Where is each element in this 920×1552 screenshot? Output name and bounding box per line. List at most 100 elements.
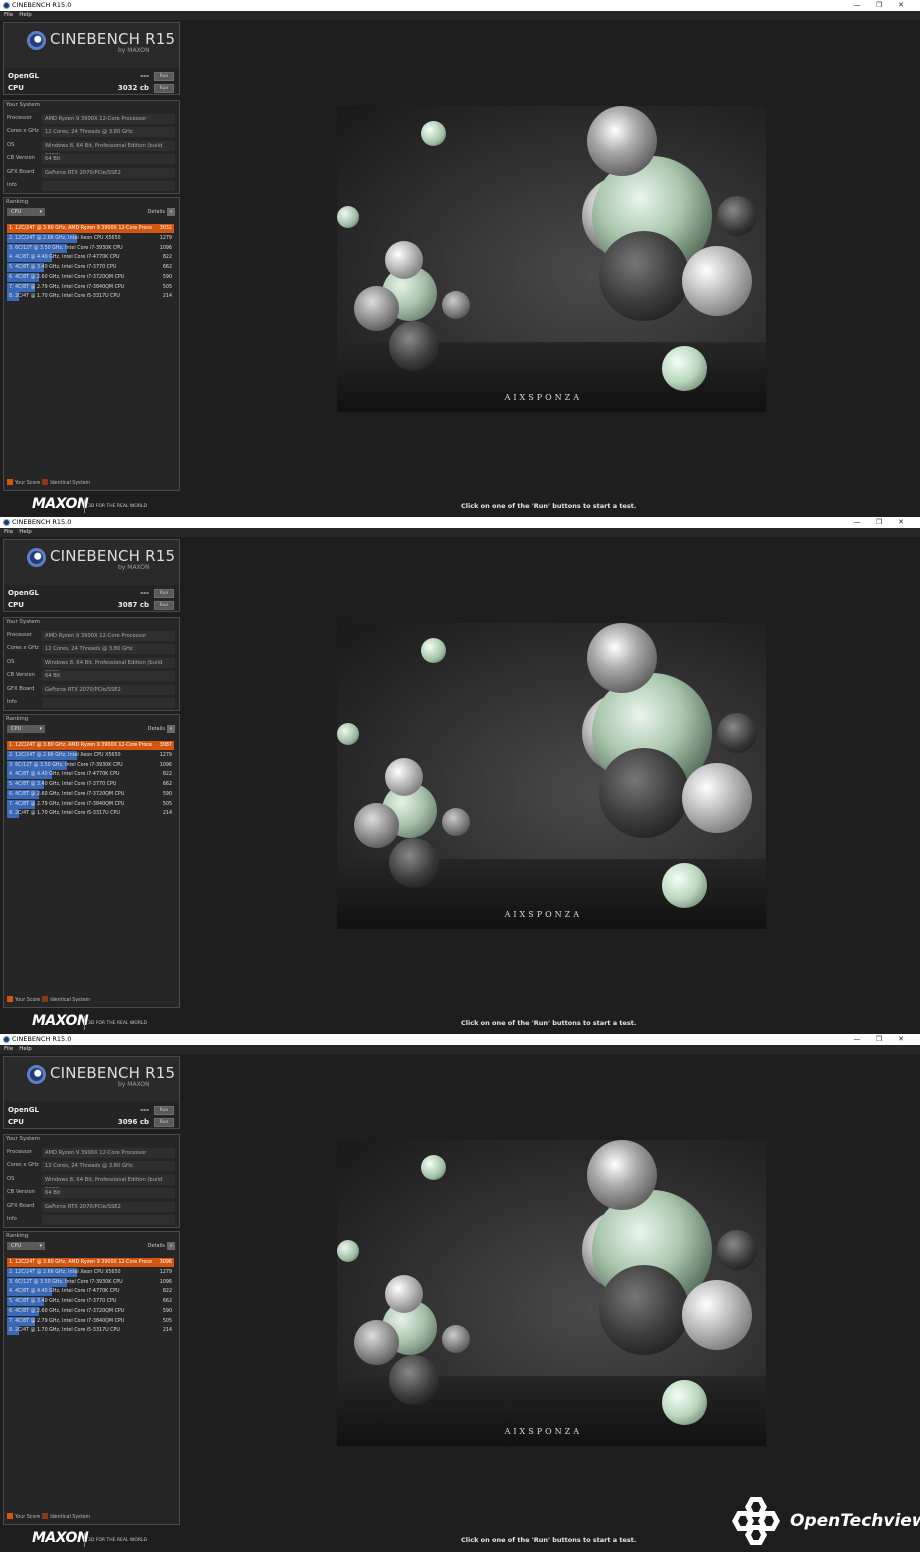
close-button[interactable]: ✕ [890, 517, 912, 528]
ranking-row[interactable]: 7. 4C/8T @ 2.79 GHz, Intel Core i7-3840Q… [7, 1316, 174, 1326]
render-sphere [599, 748, 689, 838]
ranking-row[interactable]: 8. 2C/4T @ 1.70 GHz, Intel Core i5-3317U… [7, 292, 174, 302]
maxon-tagline: 3D FOR THE REAL WORLD [88, 1021, 147, 1026]
ranking-cpu-select[interactable]: CPU [7, 725, 45, 733]
opengl-run-button[interactable]: Run [154, 1106, 174, 1115]
ranking-row-score: 822 [162, 1289, 172, 1295]
aixsponza-credit: AIXSPONZA [504, 910, 582, 919]
ranking-row[interactable]: 4. 4C/8T @ 4.40 GHz, Intel Core i7-4770K… [7, 770, 174, 780]
ranking-row-label: 8. 2C/4T @ 1.70 GHz, Intel Core i5-3317U… [9, 294, 120, 300]
restore-button[interactable]: ❐ [868, 0, 890, 11]
menu-item-help[interactable]: Help [19, 529, 32, 535]
ranking-row[interactable]: 5. 4C/8T @ 3.40 GHz, Intel Core i7-3770 … [7, 780, 174, 790]
cpu-run-button[interactable]: Run [154, 601, 174, 610]
ranking-row[interactable]: 6. 4C/8T @ 2.60 GHz, Intel Core i7-3720Q… [7, 272, 174, 282]
cinebench-app-icon [3, 519, 10, 526]
minimize-button[interactable]: — [846, 517, 868, 528]
menu-item-help[interactable]: Help [19, 1046, 32, 1052]
ranking-row-your-score[interactable]: 1. 12C/24T @ 3.80 GHz, AMD Ryzen 9 3900X… [7, 1258, 174, 1267]
menu-item-file[interactable]: File [4, 529, 13, 535]
ranking-row[interactable]: 4. 4C/8T @ 4.40 GHz, Intel Core i7-4770K… [7, 1287, 174, 1297]
details-button[interactable]: » [167, 725, 175, 733]
ranking-row[interactable]: 4. 4C/8T @ 4.40 GHz, Intel Core i7-4770K… [7, 253, 174, 263]
ranking-row-label: 1. 12C/24T @ 3.80 GHz, AMD Ryzen 9 3900X… [9, 1260, 152, 1265]
cpu-score-value: 3087 cb [117, 601, 149, 609]
render-sphere [442, 808, 470, 836]
render-sphere [717, 1230, 757, 1270]
system-value: Windows 8, 64 Bit, Professional Edition … [42, 657, 175, 676]
menu-item-help[interactable]: Help [19, 12, 32, 18]
minimize-button[interactable]: — [846, 0, 868, 11]
opengl-score-row: OpenGL --- Run [8, 70, 174, 82]
menu-item-file[interactable]: File [4, 1046, 13, 1052]
opengl-run-button[interactable]: Run [154, 589, 174, 598]
ranking-row[interactable]: 5. 4C/8T @ 3.40 GHz, Intel Core i7-3770 … [7, 263, 174, 273]
window-title: CINEBENCH R15.0 [12, 518, 72, 526]
identical-system-legend-label: Identical System [50, 998, 91, 1003]
ranking-row-label: 6. 4C/8T @ 2.60 GHz, Intel Core i7-3720Q… [9, 1308, 125, 1314]
ranking-row[interactable]: 8. 2C/4T @ 1.70 GHz, Intel Core i5-3317U… [7, 809, 174, 819]
system-value [42, 1215, 175, 1225]
ranking-row-your-score[interactable]: 1. 12C/24T @ 3.80 GHz, AMD Ryzen 9 3900X… [7, 224, 174, 233]
system-value: AMD Ryzen 9 3900X 12-Core Processor [42, 631, 175, 641]
ranking-row[interactable]: 6. 4C/8T @ 2.60 GHz, Intel Core i7-3720Q… [7, 1306, 174, 1316]
score-panel: OpenGL --- Run CPU 3096 cb Run [3, 1102, 180, 1129]
identical-system-legend-label: Identical System [50, 481, 91, 486]
render-sphere [354, 803, 399, 848]
close-button[interactable]: ✕ [890, 0, 912, 11]
ranking-row[interactable]: 2. 12C/24T @ 2.66 GHz, Intel Xeon CPU X5… [7, 751, 174, 760]
menu-item-file[interactable]: File [4, 12, 13, 18]
system-value: 12 Cores, 24 Threads @ 3.80 GHz [42, 1161, 175, 1172]
ranking-row-score: 1096 [159, 245, 172, 251]
ranking-row[interactable]: 7. 4C/8T @ 2.79 GHz, Intel Core i7-3840Q… [7, 799, 174, 809]
render-sphere [389, 321, 439, 371]
ranking-cpu-select[interactable]: CPU [7, 1242, 45, 1250]
ranking-row-score: 3087 [159, 743, 172, 748]
identical-system-swatch [42, 1513, 49, 1519]
render-sphere [421, 121, 446, 146]
cpu-score-value: 3096 cb [117, 1118, 149, 1126]
ranking-header: Ranking [6, 716, 29, 722]
ranking-cpu-select[interactable]: CPU [7, 208, 45, 216]
ranking-row[interactable]: 2. 12C/24T @ 2.66 GHz, Intel Xeon CPU X5… [7, 1268, 174, 1277]
opengl-label: OpenGL [8, 1106, 39, 1114]
render-sphere [717, 713, 757, 753]
restore-button[interactable]: ❐ [868, 1034, 890, 1045]
minimize-button[interactable]: — [846, 1034, 868, 1045]
ranking-row[interactable]: 3. 6C/12T @ 3.50 GHz, Intel Core i7-3930… [7, 760, 174, 770]
cpu-run-button[interactable]: Run [154, 1118, 174, 1127]
cpu-run-button[interactable]: Run [154, 84, 174, 93]
details-button[interactable]: » [167, 208, 175, 216]
ranking-row-your-score[interactable]: 1. 12C/24T @ 3.80 GHz, AMD Ryzen 9 3900X… [7, 741, 174, 750]
ranking-row[interactable]: 5. 4C/8T @ 3.40 GHz, Intel Core i7-3770 … [7, 1297, 174, 1307]
system-label: CB Version [7, 672, 35, 679]
title-bar: CINEBENCH R15.0 — ❐ ✕ [0, 0, 920, 11]
render-preview-image: AIXSPONZA [337, 106, 766, 412]
ranking-row-score: 662 [162, 1299, 172, 1305]
ranking-row[interactable]: 8. 2C/4T @ 1.70 GHz, Intel Core i5-3317U… [7, 1326, 174, 1336]
run-hint-text: Click on one of the 'Run' buttons to sta… [461, 502, 637, 510]
maxon-separator [84, 499, 85, 513]
system-label: GFX Board [7, 168, 35, 175]
system-label: Processor [7, 632, 32, 638]
details-button[interactable]: » [167, 1242, 175, 1250]
ranking-row-label: 7. 4C/8T @ 2.79 GHz, Intel Core i7-3840Q… [9, 284, 125, 290]
close-button[interactable]: ✕ [890, 1034, 912, 1045]
restore-button[interactable]: ❐ [868, 517, 890, 528]
render-sphere [389, 1355, 439, 1405]
cinebench-logo-icon [27, 1065, 46, 1084]
ranking-row[interactable]: 6. 4C/8T @ 2.60 GHz, Intel Core i7-3720Q… [7, 789, 174, 799]
ranking-row-score: 505 [162, 284, 172, 290]
opengl-run-button[interactable]: Run [154, 72, 174, 81]
ranking-row[interactable]: 3. 6C/12T @ 3.50 GHz, Intel Core i7-3930… [7, 1277, 174, 1287]
ranking-row[interactable]: 3. 6C/12T @ 3.50 GHz, Intel Core i7-3930… [7, 243, 174, 253]
ranking-row-label: 6. 4C/8T @ 2.60 GHz, Intel Core i7-3720Q… [9, 274, 125, 280]
ranking-row[interactable]: 7. 4C/8T @ 2.79 GHz, Intel Core i7-3840Q… [7, 282, 174, 292]
system-row-gfx-board: GFX Board GeForce RTX 2070/PCIe/SSE2 [7, 167, 175, 178]
render-sphere [354, 1320, 399, 1365]
ranking-row[interactable]: 2. 12C/24T @ 2.66 GHz, Intel Xeon CPU X5… [7, 234, 174, 243]
maxon-separator [84, 1533, 85, 1547]
cinebench-window: CINEBENCH R15.0 — ❐ ✕ File Help CINEBENCH R15 b… [0, 1034, 920, 1551]
score-panel: OpenGL --- Run CPU 3087 cb Run [3, 585, 180, 612]
details-label: Details [147, 1243, 165, 1249]
